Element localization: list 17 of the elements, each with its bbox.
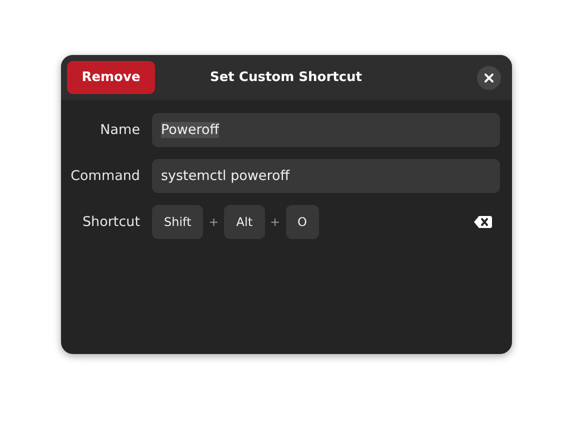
- key-cap: Shift: [152, 205, 204, 239]
- field-value: systemctl poweroff: [161, 168, 290, 184]
- field-label: Shortcut: [81, 214, 140, 230]
- key-cap: O: [286, 205, 319, 239]
- input-field[interactable]: Poweroff: [152, 113, 500, 147]
- close-button[interactable]: [477, 66, 501, 90]
- plus-separator: +: [208, 215, 220, 229]
- plus-separator: +: [269, 215, 282, 229]
- field-value: Poweroff: [161, 122, 220, 138]
- input-field[interactable]: systemctl poweroff: [152, 159, 500, 193]
- close-icon: [484, 72, 494, 82]
- backspace-icon[interactable]: [474, 216, 492, 228]
- remove-button[interactable]: Remove: [67, 61, 155, 94]
- key-cap: Alt: [224, 205, 265, 239]
- field-label: Command: [70, 168, 140, 184]
- field-label: Name: [99, 122, 140, 138]
- dialog-title: Set Custom Shortcut: [208, 70, 364, 85]
